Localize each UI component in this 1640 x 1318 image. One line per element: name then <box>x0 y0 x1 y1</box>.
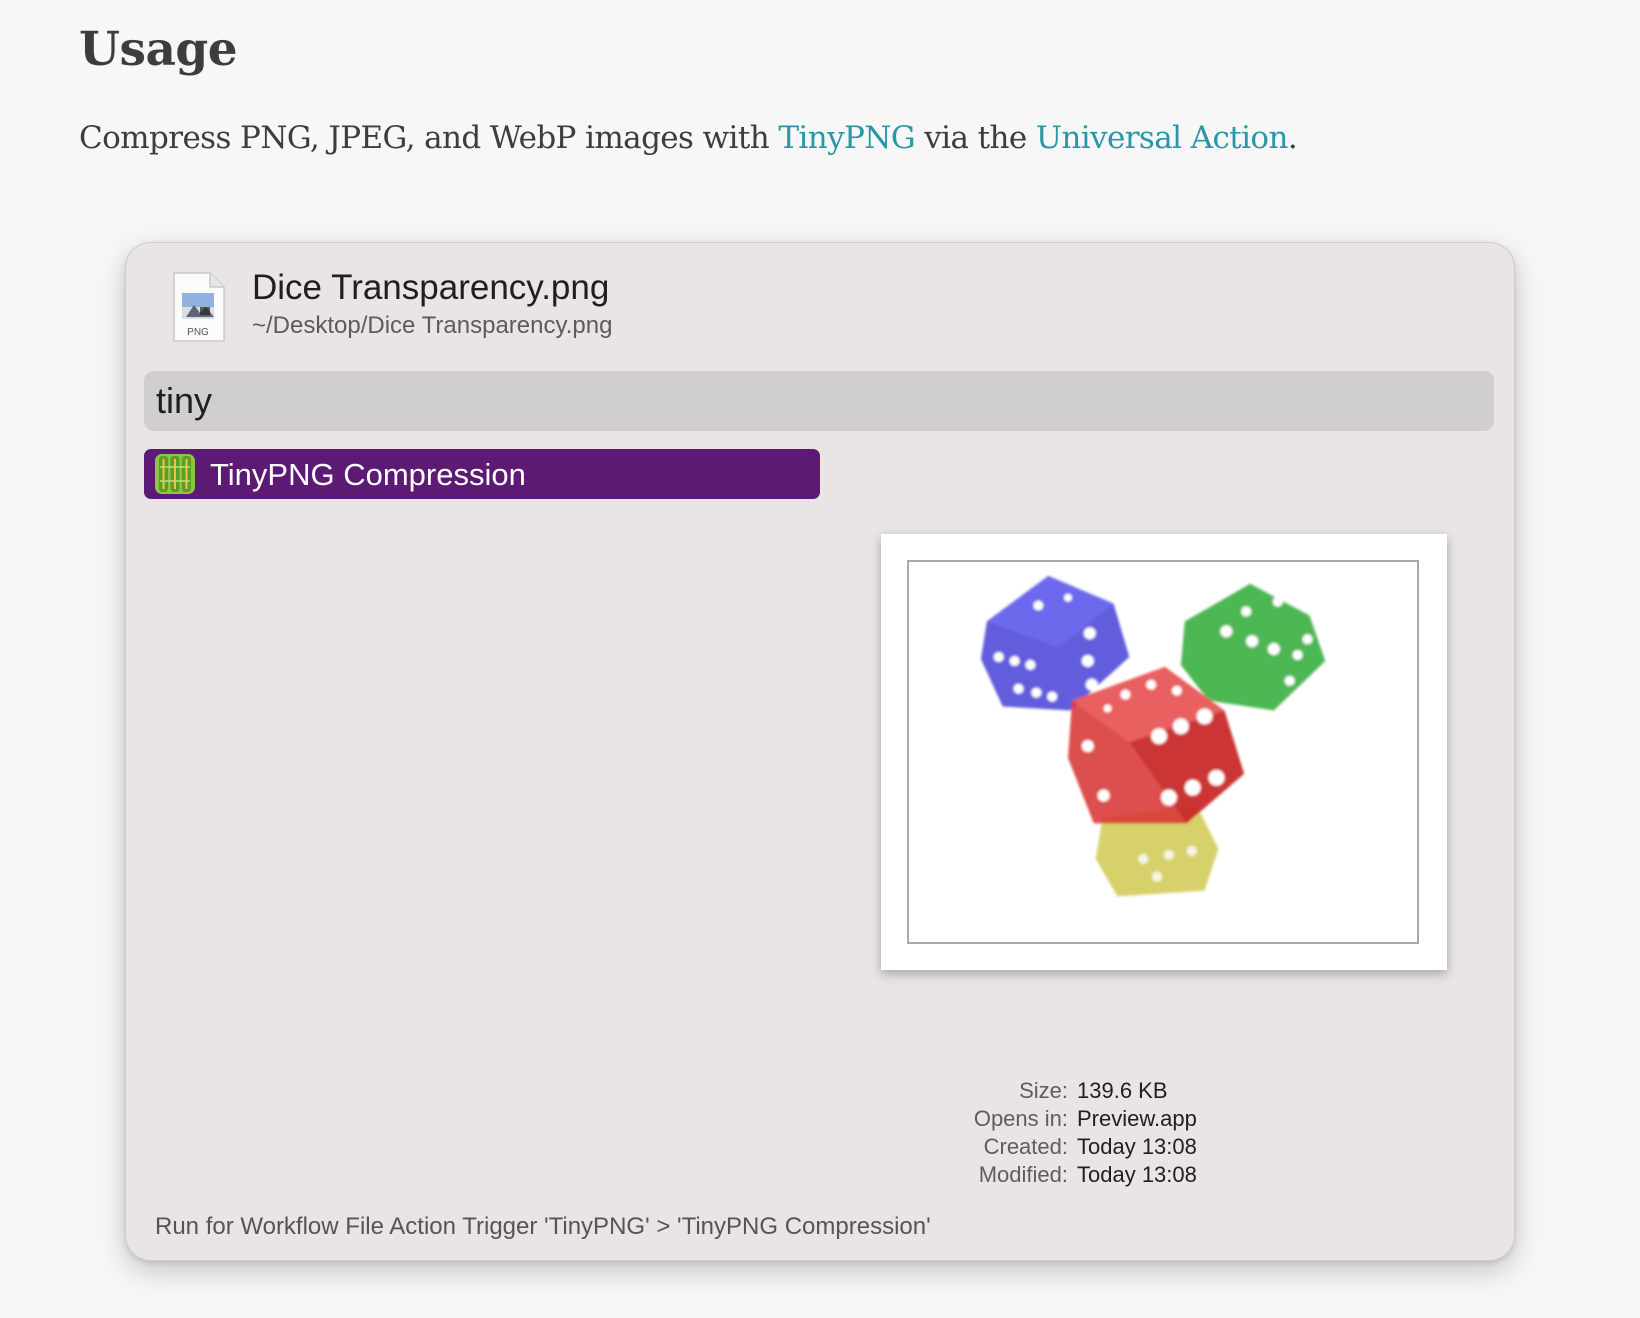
metadata-row-modified: Modified: Today 13:08 <box>826 1161 1426 1189</box>
intro-text-after: . <box>1287 120 1298 156</box>
alfred-window: PNG Dice Transparency.png ~/Desktop/Dice… <box>125 242 1515 1261</box>
action-footer-text: Run for Workflow File Action Trigger 'Ti… <box>155 1213 931 1240</box>
tinypng-workflow-icon <box>154 453 196 495</box>
file-name: Dice Transparency.png <box>252 268 610 307</box>
universal-action-link[interactable]: Universal Action <box>1036 120 1289 156</box>
result-item-tinypng-compression[interactable]: TinyPNG Compression <box>144 449 820 499</box>
image-preview <box>881 534 1447 970</box>
metadata-key: Size: <box>1019 1078 1068 1103</box>
intro-text-before: Compress PNG, JPEG, and WebP images with <box>79 120 779 156</box>
metadata-row-created: Created: Today 13:08 <box>826 1133 1426 1161</box>
metadata-key: Opens in: <box>973 1106 1068 1131</box>
search-bar[interactable] <box>144 371 1494 431</box>
tinypng-link[interactable]: TinyPNG <box>778 120 915 156</box>
metadata-row-opens-in: Opens in: Preview.app <box>826 1105 1426 1133</box>
green-die <box>1180 583 1326 711</box>
png-icon-label: PNG <box>187 327 209 338</box>
dice-image <box>980 575 1326 897</box>
intro-paragraph: Compress PNG, JPEG, and WebP images with… <box>79 120 1298 156</box>
image-preview-frame <box>907 560 1419 944</box>
metadata-row-size: Size: 139.6 KB <box>826 1077 1426 1105</box>
page-heading: Usage <box>79 22 238 77</box>
file-path: ~/Desktop/Dice Transparency.png <box>252 312 613 339</box>
result-label: TinyPNG Compression <box>210 457 526 492</box>
metadata-key: Created: <box>983 1134 1068 1159</box>
metadata-value: Today 13:08 <box>1077 1162 1197 1187</box>
png-file-icon: PNG <box>170 271 226 343</box>
intro-text-middle: via the <box>914 120 1036 156</box>
metadata-value: Preview.app <box>1077 1106 1197 1131</box>
metadata-value: Today 13:08 <box>1077 1134 1197 1159</box>
file-metadata: Size: 139.6 KB Opens in: Preview.app Cre… <box>826 1077 1426 1189</box>
metadata-key: Modified: <box>978 1162 1068 1187</box>
metadata-value: 139.6 KB <box>1077 1078 1168 1103</box>
search-input[interactable] <box>144 371 1494 431</box>
